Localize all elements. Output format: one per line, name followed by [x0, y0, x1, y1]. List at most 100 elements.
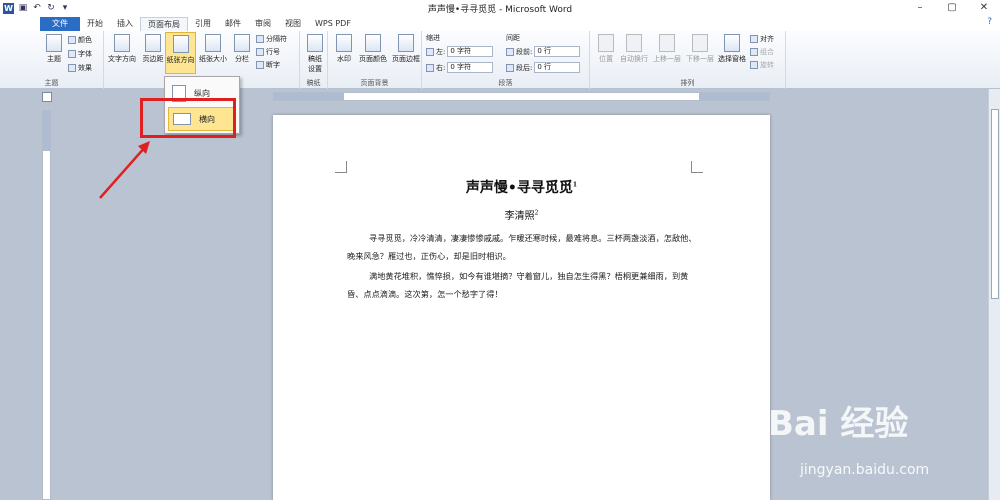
- save-icon[interactable]: ▣: [18, 3, 28, 13]
- text-direction-label: 文字方向: [108, 55, 136, 63]
- line-numbers-button[interactable]: 行号: [256, 47, 280, 57]
- colors-button[interactable]: 颜色: [68, 35, 92, 45]
- wrap-text-label: 自动换行: [620, 55, 648, 63]
- indent-right-field[interactable]: 0 字符: [447, 62, 494, 73]
- ruler-toggle-button[interactable]: [42, 92, 52, 102]
- poem-author: 李清照2: [273, 207, 770, 222]
- title-footnote-ref[interactable]: 1: [573, 181, 577, 188]
- indent-left-row: 左: 0 字符: [426, 46, 494, 57]
- draft-settings-label: 稿纸 设置: [308, 55, 322, 73]
- selection-pane-button[interactable]: 选择窗格: [716, 34, 748, 64]
- selection-pane-icon: [724, 34, 740, 52]
- maximize-button[interactable]: ▢: [936, 0, 968, 16]
- position-label: 位置: [599, 55, 613, 63]
- annotation-highlight-box: [140, 98, 236, 138]
- send-backward-label: 下移一层: [686, 55, 714, 63]
- size-button[interactable]: 纸张大小: [197, 34, 229, 64]
- breaks-button[interactable]: 分隔符: [256, 34, 287, 44]
- align-icon: [750, 35, 758, 43]
- paragraph: 寻寻觅觅，冷冷清清，凄凄惨惨戚戚。乍暖还寒时候，最难将息。三杯两盏淡酒，怎敌他、…: [347, 233, 697, 261]
- watermark-label: 水印: [337, 55, 351, 63]
- watermark-icon: [336, 34, 352, 52]
- tab-review[interactable]: 审阅: [248, 17, 278, 31]
- tab-view[interactable]: 视图: [278, 17, 308, 31]
- tab-page-layout[interactable]: 页面布局: [140, 17, 188, 31]
- spacing-after-field[interactable]: 0 行: [534, 62, 581, 73]
- title-bar: W ▣ ↶ ↻ ▾ 声声慢•寻寻觅觅 - Microsoft Word – ▢ …: [0, 0, 1000, 16]
- fonts-label: 字体: [78, 50, 92, 58]
- tab-references[interactable]: 引用: [188, 17, 218, 31]
- columns-icon: [234, 34, 250, 52]
- bring-forward-label: 上移一层: [653, 55, 681, 63]
- align-button[interactable]: 对齐: [750, 34, 774, 44]
- indent-heading: 缩进: [426, 34, 440, 42]
- word-app-icon[interactable]: W: [3, 2, 14, 14]
- spacing-after-icon: [506, 63, 514, 72]
- theme-button[interactable]: 主题: [40, 34, 68, 64]
- spacing-after-label: 段后:: [516, 63, 533, 72]
- page-color-button[interactable]: 页面颜色: [357, 34, 389, 64]
- page-borders-button[interactable]: 页面边框: [390, 34, 422, 64]
- vertical-scrollbar[interactable]: [988, 89, 1000, 500]
- watermark-button[interactable]: 水印: [330, 34, 358, 64]
- close-button[interactable]: ✕: [968, 0, 1000, 16]
- tab-wps-pdf[interactable]: WPS PDF: [308, 17, 358, 31]
- position-button[interactable]: 位置: [592, 34, 620, 64]
- help-icon[interactable]: ?: [987, 17, 992, 27]
- crop-mark-top-left: [335, 161, 347, 173]
- group-page-background: 水印 页面颜色 页面边框 页面背景: [328, 31, 422, 89]
- tab-file[interactable]: 文件: [40, 17, 80, 31]
- spacing-after-row: 段后: 0 行: [506, 62, 581, 73]
- rotate-icon: [750, 61, 758, 69]
- group-label-draft: 稿纸: [306, 79, 321, 87]
- baidu-watermark-url: jingyan.baidu.com: [800, 462, 930, 478]
- orientation-button[interactable]: 纸张方向: [165, 32, 196, 74]
- paragraph: 满地黄花堆积，憔悴损，如今有谁堪摘？守着窗儿，独自怎生得黑？梧桐更兼细雨，到黄昏…: [347, 271, 689, 299]
- effects-button[interactable]: 效果: [68, 63, 92, 73]
- size-label: 纸张大小: [199, 55, 227, 63]
- vertical-ruler[interactable]: [42, 110, 51, 500]
- columns-button[interactable]: 分栏: [230, 34, 254, 64]
- spacing-before-field[interactable]: 0 行: [534, 46, 581, 57]
- group-objects-button[interactable]: 组合: [750, 47, 774, 57]
- poem-author-text: 李清照: [504, 211, 535, 222]
- effects-label: 效果: [78, 64, 92, 72]
- text-direction-icon: [114, 34, 130, 52]
- scrollbar-thumb[interactable]: [991, 109, 999, 299]
- fonts-button[interactable]: 字体: [68, 49, 92, 59]
- tab-home[interactable]: 开始: [80, 17, 110, 31]
- colors-icon: [68, 36, 76, 44]
- draft-settings-button[interactable]: 稿纸 设置: [301, 34, 329, 74]
- columns-label: 分栏: [235, 55, 249, 63]
- wrap-text-button[interactable]: 自动换行: [618, 34, 650, 64]
- group-label-paragraph: 段落: [498, 79, 513, 87]
- horizontal-ruler[interactable]: [273, 92, 770, 101]
- minimize-button[interactable]: –: [904, 0, 936, 16]
- page-borders-label: 页面边框: [392, 55, 420, 63]
- group-objects-label: 组合: [760, 48, 774, 56]
- tab-insert[interactable]: 插入: [110, 17, 140, 31]
- indent-left-field[interactable]: 0 字符: [447, 46, 494, 57]
- undo-icon[interactable]: ↶: [32, 3, 42, 13]
- bring-forward-icon: [659, 34, 675, 52]
- redo-icon[interactable]: ↻: [46, 3, 56, 13]
- group-arrange: 位置 自动换行 上移一层 下移一层 选择窗格 对齐 组合 旋转 排列: [590, 31, 786, 89]
- text-direction-button[interactable]: 文字方向: [106, 34, 138, 64]
- page-color-label: 页面颜色: [359, 55, 387, 63]
- fonts-icon: [68, 50, 76, 58]
- indent-right-label: 右:: [436, 63, 446, 72]
- margins-button[interactable]: 页边距: [139, 34, 167, 64]
- send-backward-button[interactable]: 下移一层: [684, 34, 716, 64]
- tab-mailings[interactable]: 邮件: [218, 17, 248, 31]
- ruler-right-margin: [699, 93, 769, 100]
- customize-qa-icon[interactable]: ▾: [60, 3, 70, 13]
- portrait-label: 纵向: [194, 88, 210, 98]
- indent-right-row: 右: 0 字符: [426, 62, 494, 73]
- author-footnote-ref[interactable]: 2: [535, 210, 539, 217]
- bring-forward-button[interactable]: 上移一层: [651, 34, 683, 64]
- align-label: 对齐: [760, 35, 774, 43]
- document-page[interactable]: 声声慢•寻寻觅觅1 李清照2 寻寻觅觅，冷冷清清，凄凄惨惨戚戚。乍暖还寒时候，最…: [273, 115, 770, 500]
- wrap-text-icon: [626, 34, 642, 52]
- rotate-button[interactable]: 旋转: [750, 60, 774, 70]
- hyphenation-button[interactable]: 断字: [256, 60, 280, 70]
